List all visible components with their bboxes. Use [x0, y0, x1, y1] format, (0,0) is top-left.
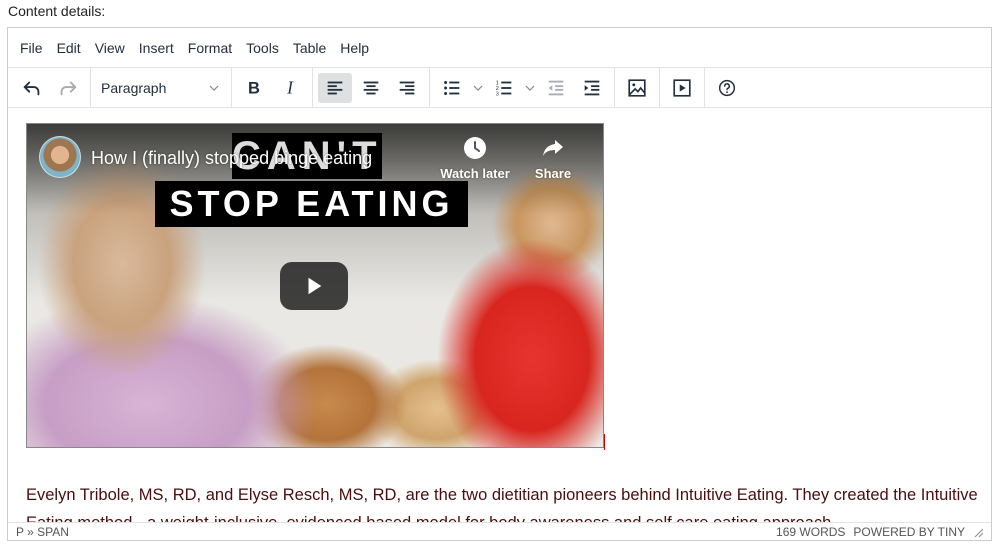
- chevron-down-icon: [525, 85, 535, 91]
- numbered-list-dropdown[interactable]: [522, 73, 538, 103]
- powered-by-tiny-link[interactable]: POWERED BY TINY: [853, 525, 965, 539]
- text-cursor: [604, 434, 605, 450]
- play-icon: [308, 277, 322, 295]
- share-icon: [543, 140, 563, 156]
- help-icon: [718, 79, 736, 96]
- embedded-video[interactable]: CAN'T STOP EATING How I (finally) stoppe…: [26, 123, 604, 448]
- rich-text-editor: File Edit View Insert Format Tools Table…: [7, 27, 992, 541]
- help-button[interactable]: [710, 73, 744, 103]
- svg-text:3: 3: [496, 91, 499, 97]
- insert-media-button[interactable]: [665, 73, 699, 103]
- indent-button[interactable]: [575, 73, 609, 103]
- toolbar: Paragraph B I 1 2 3: [8, 67, 991, 108]
- clock-icon: [464, 137, 486, 159]
- outdent-icon: [548, 80, 564, 95]
- menu-edit[interactable]: Edit: [50, 33, 88, 63]
- status-right: 169 WORDS POWERED BY TINY: [776, 525, 983, 539]
- menu-format[interactable]: Format: [181, 33, 239, 63]
- align-left-button[interactable]: [318, 72, 352, 103]
- bullet-list-icon: [444, 80, 460, 95]
- help-group: [705, 68, 749, 108]
- video-title[interactable]: How I (finally) stopped binge eating: [91, 148, 372, 169]
- channel-avatar[interactable]: [39, 136, 81, 178]
- insert-image-button[interactable]: [620, 73, 654, 103]
- chevron-down-icon: [473, 85, 483, 91]
- word-count[interactable]: 169 WORDS: [776, 525, 845, 539]
- content-paragraph[interactable]: Evelyn Tribole, MS, RD, and Elyse Resch,…: [26, 481, 986, 522]
- watch-later-button[interactable]: Watch later: [435, 136, 515, 181]
- bullet-list-dropdown[interactable]: [470, 73, 486, 103]
- menubar: File Edit View Insert Format Tools Table…: [8, 28, 991, 68]
- italic-icon: I: [286, 77, 294, 97]
- content-details-label: Content details:: [8, 3, 106, 19]
- share-button[interactable]: Share: [530, 136, 576, 181]
- menu-table[interactable]: Table: [286, 33, 333, 63]
- align-center-button[interactable]: [354, 73, 388, 103]
- redo-button[interactable]: [51, 73, 85, 103]
- formatting-group: B I: [232, 67, 313, 108]
- image-icon: [628, 78, 646, 97]
- editor-content[interactable]: CAN'T STOP EATING How I (finally) stoppe…: [8, 109, 991, 522]
- block-format-select[interactable]: Paragraph: [95, 73, 227, 103]
- resize-handle-icon[interactable]: [973, 527, 983, 537]
- align-right-button[interactable]: [390, 73, 424, 103]
- history-group: [10, 67, 91, 108]
- align-center-icon: [363, 81, 379, 94]
- redo-icon: [60, 81, 77, 95]
- menu-tools[interactable]: Tools: [239, 33, 286, 63]
- bold-button[interactable]: B: [237, 73, 271, 103]
- undo-button[interactable]: [15, 73, 49, 103]
- status-bar: P » SPAN 169 WORDS POWERED BY TINY: [8, 522, 991, 540]
- undo-icon: [23, 81, 40, 95]
- align-right-icon: [399, 81, 415, 94]
- bold-icon: B: [248, 79, 260, 97]
- alignment-group: [313, 67, 430, 108]
- media-group: [660, 67, 705, 108]
- menu-help[interactable]: Help: [333, 33, 376, 63]
- media-icon: [673, 78, 691, 97]
- bullet-list-button[interactable]: [435, 73, 469, 103]
- bullet-list-split: [434, 73, 486, 103]
- outdent-button[interactable]: [539, 73, 573, 103]
- block-format-value: Paragraph: [101, 79, 167, 96]
- numbered-list-split: 123: [486, 73, 538, 103]
- share-label: Share: [534, 166, 572, 181]
- menu-view[interactable]: View: [88, 33, 132, 63]
- thumbnail-text-stop-eating: STOP EATING: [155, 181, 468, 227]
- element-path[interactable]: P » SPAN: [16, 525, 69, 539]
- italic-button[interactable]: I: [273, 73, 307, 103]
- image-group: [615, 67, 660, 108]
- numbered-list-button[interactable]: 123: [487, 73, 521, 103]
- menu-file[interactable]: File: [13, 33, 50, 63]
- play-button[interactable]: [280, 262, 348, 310]
- list-group: 123: [430, 67, 615, 108]
- block-format-group: Paragraph: [91, 67, 232, 108]
- numbered-list-icon: 123: [496, 80, 512, 97]
- menu-insert[interactable]: Insert: [132, 33, 181, 63]
- svg-text:B: B: [248, 79, 260, 97]
- indent-icon: [584, 80, 600, 95]
- align-left-icon: [327, 81, 343, 94]
- watch-later-label: Watch later: [440, 166, 510, 181]
- svg-text:I: I: [286, 77, 294, 97]
- chevron-down-icon: [209, 85, 219, 91]
